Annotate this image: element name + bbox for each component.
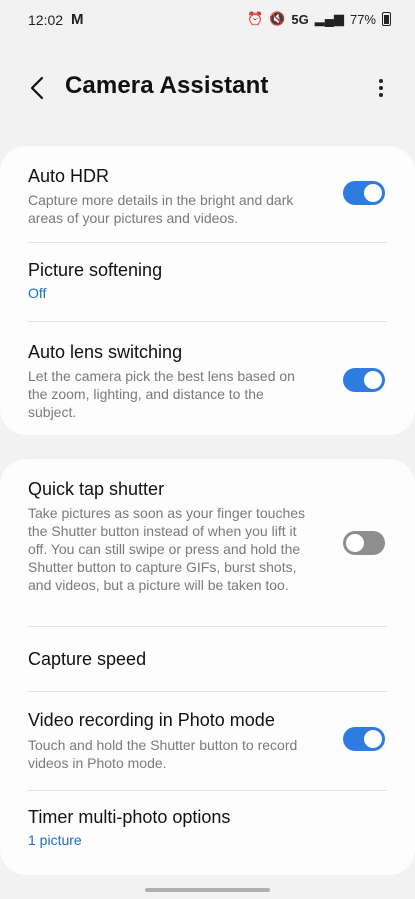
setting-description: Let the camera pick the best lens based …: [28, 368, 295, 420]
home-indicator[interactable]: [145, 888, 270, 892]
setting-picture-softening[interactable]: Picture softening Off: [0, 243, 415, 321]
setting-label: Capture speed: [28, 649, 147, 669]
app-bar: Camera Assistant: [0, 58, 415, 118]
battery-percent: 77%: [349, 11, 376, 27]
alarm-icon: ⏰: [247, 11, 264, 26]
setting-timer-multi-photo[interactable]: Timer multi-photo options 1 picture: [0, 791, 415, 871]
setting-capture-speed[interactable]: Capture speed: [0, 627, 415, 691]
setting-auto-lens-switching[interactable]: Auto lens switching Let the camera pick …: [0, 322, 415, 435]
more-options-button[interactable]: [371, 68, 391, 108]
setting-label: Timer multi-photo options: [28, 807, 231, 827]
setting-description: Touch and hold the Shutter button to rec…: [28, 737, 298, 771]
status-icons: ⏰ 🔇 5G ▂▄▆ 77%: [247, 11, 391, 27]
setting-label: Video recording in Photo mode: [28, 710, 275, 730]
settings-card-2: Quick tap shutter Take pictures as soon …: [0, 459, 415, 875]
setting-auto-hdr[interactable]: Auto HDR Capture more details in the bri…: [0, 146, 415, 242]
status-time: 12:02: [28, 12, 64, 28]
more-vertical-icon: [379, 79, 383, 97]
setting-label: Quick tap shutter: [28, 479, 165, 499]
gmail-icon: M: [71, 11, 84, 28]
auto-lens-toggle[interactable]: [343, 368, 385, 392]
setting-label: Picture softening: [28, 260, 163, 280]
setting-value: 1 picture: [28, 832, 82, 848]
setting-quick-tap-shutter[interactable]: Quick tap shutter Take pictures as soon …: [0, 459, 415, 626]
setting-description: Capture more details in the bright and d…: [28, 192, 294, 226]
auto-hdr-toggle[interactable]: [343, 181, 385, 205]
quick-tap-toggle[interactable]: [343, 531, 385, 555]
setting-label: Auto lens switching: [28, 342, 183, 362]
back-arrow-icon: [30, 76, 44, 100]
mute-icon: 🔇: [269, 11, 286, 26]
battery-icon: [382, 12, 391, 26]
network-label: 5G: [291, 11, 309, 27]
back-button[interactable]: [20, 68, 54, 108]
signal-icon: ▂▄▆: [314, 11, 344, 26]
status-bar: 12:02 M ⏰ 🔇 5G ▂▄▆ 77%: [0, 0, 415, 40]
settings-card-1: Auto HDR Capture more details in the bri…: [0, 146, 415, 435]
setting-label: Auto HDR: [28, 166, 110, 186]
page-title: Camera Assistant: [65, 72, 269, 99]
video-photo-mode-toggle[interactable]: [343, 727, 385, 751]
setting-video-in-photo-mode[interactable]: Video recording in Photo mode Touch and …: [0, 692, 415, 790]
setting-description: Take pictures as soon as your finger tou…: [28, 505, 306, 593]
setting-value: Off: [28, 285, 47, 301]
